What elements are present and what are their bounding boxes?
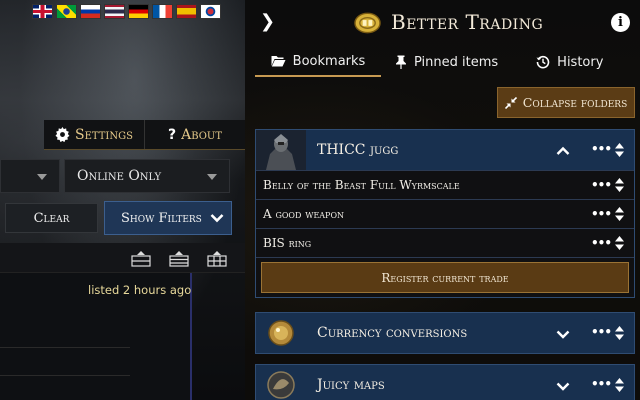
folder-thumbnail-currency — [256, 313, 306, 353]
panel-tabs: Bookmarks Pinned items History — [255, 47, 630, 77]
register-row: Register current trade — [256, 257, 634, 297]
panel-header: ❯ Better Trading i — [245, 0, 640, 45]
sort-handle-icon[interactable] — [615, 178, 624, 192]
settings-tab[interactable]: Settings — [44, 120, 144, 149]
collapse-folders-button[interactable]: Collapse folders — [497, 87, 635, 118]
chevron-down-icon — [37, 174, 47, 180]
bookmark-folder: THICC jugg ••• Belly of the Beast Full W… — [255, 129, 635, 298]
trade-row[interactable]: A good weapon ••• — [256, 199, 634, 228]
league-select[interactable] — [0, 159, 60, 193]
clear-label: Clear — [33, 210, 70, 226]
register-label: Register current trade — [381, 270, 509, 285]
more-options-icon[interactable]: ••• — [591, 377, 612, 391]
collapse-folders-label: Collapse folders — [522, 95, 628, 110]
trade-title: BIS ring — [263, 236, 312, 250]
chevron-down-icon[interactable] — [556, 327, 570, 341]
clear-button[interactable]: Clear — [5, 203, 98, 233]
bookmark-folder: Juicy maps ••• — [255, 364, 635, 400]
flag-france-icon[interactable] — [152, 4, 173, 19]
tab-bookmarks[interactable]: Bookmarks — [255, 47, 381, 77]
pin-icon — [396, 55, 406, 69]
more-options-icon[interactable]: ••• — [591, 142, 612, 156]
better-trading-logo-icon — [354, 12, 381, 34]
sort-handle-icon[interactable] — [615, 236, 624, 250]
flag-germany-icon[interactable] — [128, 4, 149, 19]
sort-handle-icon[interactable] — [615, 143, 624, 157]
about-tab[interactable]: ? About — [144, 120, 245, 149]
trade-title: Belly of the Beast Full Wyrmscale — [263, 178, 460, 192]
trade-row[interactable]: BIS ring ••• — [256, 228, 634, 257]
divider — [0, 347, 130, 348]
folder-thumbnail-map — [256, 365, 306, 400]
tab-pinned-label: Pinned items — [414, 54, 499, 70]
flag-uk-icon[interactable] — [32, 4, 53, 19]
online-status-select[interactable]: Online Only — [64, 159, 230, 193]
flag-russia-icon[interactable] — [80, 4, 101, 19]
online-status-value: Online Only — [77, 168, 162, 184]
flag-spain-icon[interactable] — [176, 4, 197, 19]
more-options-icon[interactable]: ••• — [591, 207, 612, 221]
folder-open-icon — [271, 56, 286, 67]
history-icon — [536, 55, 550, 69]
folder-header[interactable]: Currency conversions ••• — [256, 313, 634, 353]
flag-brazil-icon[interactable] — [56, 4, 77, 19]
export-icon[interactable] — [131, 251, 151, 267]
tab-pinned-items[interactable]: Pinned items — [383, 47, 510, 77]
trade-site-background: Settings ? About Online Only Clear Show … — [0, 0, 245, 400]
site-tabbar: Settings ? About — [44, 120, 245, 150]
more-options-icon[interactable]: ••• — [591, 236, 612, 250]
show-filters-label: Show Filters — [121, 210, 202, 226]
language-flags — [32, 4, 221, 19]
chevron-up-icon[interactable] — [556, 144, 570, 158]
panel-title: Better Trading — [391, 10, 544, 34]
sort-handle-icon[interactable] — [615, 378, 624, 392]
folder-thumbnail-juggernaut — [256, 130, 306, 170]
sort-handle-icon[interactable] — [615, 326, 624, 340]
register-current-trade-button[interactable]: Register current trade — [261, 262, 629, 293]
chevron-right-icon[interactable]: ❯ — [260, 11, 275, 32]
stash-icon[interactable] — [169, 251, 189, 267]
settings-label: Settings — [75, 126, 133, 143]
folder-header[interactable]: THICC jugg ••• — [256, 130, 634, 170]
gift-icon[interactable] — [207, 251, 227, 267]
tab-bookmarks-label: Bookmarks — [292, 53, 366, 69]
folder-title: THICC jugg — [317, 142, 399, 158]
trade-row[interactable]: Belly of the Beast Full Wyrmscale ••• — [256, 170, 634, 199]
flag-korea-icon[interactable] — [200, 4, 221, 19]
tab-history[interactable]: History — [524, 47, 615, 77]
show-filters-button[interactable]: Show Filters — [104, 201, 232, 235]
gear-icon — [55, 127, 70, 142]
chevron-down-icon — [210, 214, 224, 223]
folder-header[interactable]: Juicy maps ••• — [256, 365, 634, 400]
listed-time: listed 2 hours ago — [88, 283, 192, 297]
folder-title: Currency conversions — [317, 325, 468, 341]
better-trading-panel: ❯ Better Trading i Bookmarks Pinned item… — [245, 0, 640, 400]
info-icon[interactable]: i — [611, 13, 630, 32]
chevron-down-icon — [207, 174, 217, 180]
question-icon: ? — [167, 126, 177, 143]
divider — [0, 375, 130, 376]
trade-title: A good weapon — [263, 207, 344, 221]
tab-history-label: History — [557, 54, 604, 70]
about-label: About — [181, 126, 223, 143]
flag-thailand-icon[interactable] — [104, 4, 125, 19]
compress-icon — [504, 96, 517, 109]
bookmark-folder: Currency conversions ••• — [255, 312, 635, 354]
folder-title: Juicy maps — [317, 377, 385, 393]
chevron-down-icon[interactable] — [556, 379, 570, 393]
more-options-icon[interactable]: ••• — [591, 178, 612, 192]
more-options-icon[interactable]: ••• — [591, 325, 612, 339]
sort-handle-icon[interactable] — [615, 207, 624, 221]
